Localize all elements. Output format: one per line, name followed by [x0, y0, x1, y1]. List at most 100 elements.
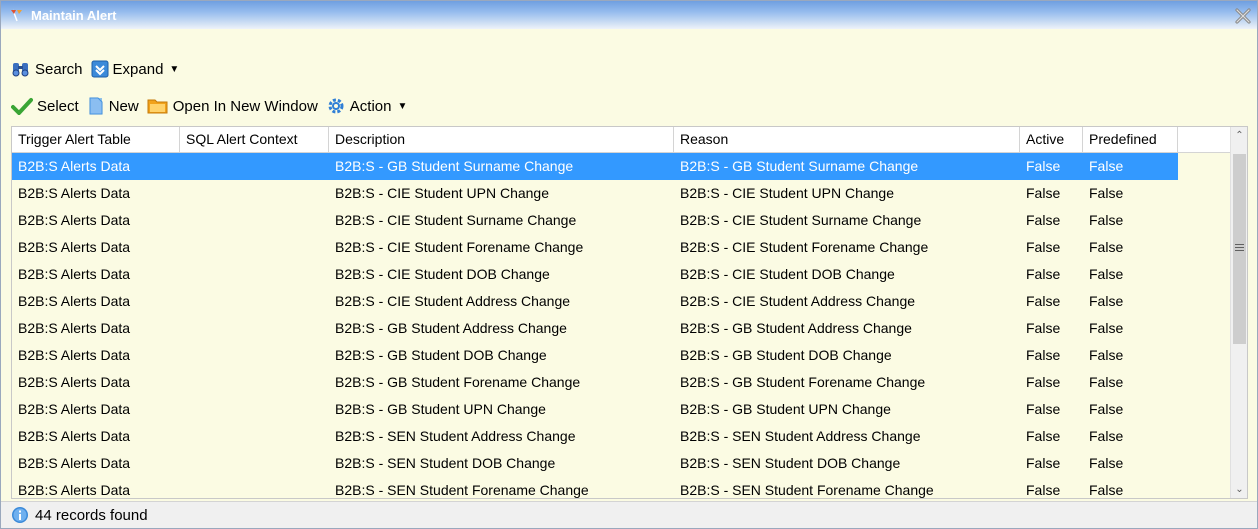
row-filler — [1178, 396, 1232, 423]
cell-description: B2B:S - CIE Student Surname Change — [335, 212, 577, 228]
cell-reason: B2B:S - SEN Student Forename Change — [680, 482, 934, 498]
cell-sql-alert-context — [180, 288, 329, 315]
cell-predefined: False — [1089, 239, 1124, 255]
cell-reason: B2B:S - GB Student Forename Change — [680, 374, 926, 390]
cell-reason: B2B:S - GB Student UPN Change — [680, 401, 891, 417]
action-label: Action — [349, 97, 392, 115]
search-button[interactable]: Search — [11, 61, 83, 78]
table-row[interactable]: B2B:S Alerts Data B2B:S - GB Student Addr… — [12, 315, 1232, 342]
table-row[interactable]: B2B:S Alerts Data B2B:S - CIE Student For… — [12, 234, 1232, 261]
column-header-active[interactable]: Active — [1020, 127, 1083, 153]
cell-trigger-alert-table: B2B:S Alerts Data — [18, 239, 131, 255]
row-filler — [1178, 369, 1232, 396]
column-header-predefined[interactable]: Predefined — [1083, 127, 1178, 153]
row-filler — [1178, 261, 1232, 288]
cell-active: False — [1026, 482, 1061, 498]
cell-predefined: False — [1089, 455, 1124, 471]
cell-predefined: False — [1089, 266, 1124, 282]
flag-icon — [11, 9, 22, 22]
cell-active: False — [1026, 293, 1061, 309]
table-row[interactable]: B2B:S Alerts Data B2B:S - GB Student DOB … — [12, 342, 1232, 369]
cell-predefined: False — [1089, 374, 1124, 390]
grid-rows: B2B:S Alerts Data B2B:S - GB Student Surn… — [12, 153, 1232, 498]
cell-predefined: False — [1089, 482, 1124, 498]
table-row[interactable]: B2B:S Alerts Data B2B:S - GB Student UPN … — [12, 396, 1232, 423]
column-header-description[interactable]: Description — [329, 127, 674, 153]
cell-trigger-alert-table: B2B:S Alerts Data — [18, 401, 131, 417]
cell-sql-alert-context — [180, 423, 329, 450]
maintain-alert-window: Maintain Alert Search Expand ▼ Select Ne… — [0, 0, 1258, 529]
cell-predefined: False — [1089, 158, 1124, 174]
column-header-sql-alert-context[interactable]: SQL Alert Context — [180, 127, 329, 153]
cell-active: False — [1026, 347, 1061, 363]
row-filler — [1178, 234, 1232, 261]
cell-sql-alert-context — [180, 369, 329, 396]
cell-description: B2B:S - CIE Student Forename Change — [335, 239, 584, 255]
cell-sql-alert-context — [180, 315, 329, 342]
title-bar: Maintain Alert — [1, 1, 1257, 29]
cell-reason: B2B:S - GB Student DOB Change — [680, 347, 892, 363]
cell-description: B2B:S - GB Student Forename Change — [335, 374, 581, 390]
table-row[interactable]: B2B:S Alerts Data B2B:S - SEN Student Add… — [12, 423, 1232, 450]
cell-trigger-alert-table: B2B:S Alerts Data — [18, 158, 131, 174]
gear-icon — [328, 98, 344, 114]
cell-reason: B2B:S - SEN Student Address Change — [680, 428, 921, 444]
cell-trigger-alert-table: B2B:S Alerts Data — [18, 455, 131, 471]
column-header-trigger-alert-table[interactable]: Trigger Alert Table — [12, 127, 180, 153]
new-button[interactable]: New — [87, 97, 139, 115]
cell-sql-alert-context — [180, 180, 329, 207]
cell-active: False — [1026, 428, 1061, 444]
table-row[interactable]: B2B:S Alerts Data B2B:S - SEN Student For… — [12, 477, 1232, 498]
cell-reason: B2B:S - GB Student Surname Change — [680, 158, 919, 174]
chevron-down-icon[interactable]: ▼ — [169, 64, 179, 75]
cell-trigger-alert-table: B2B:S Alerts Data — [18, 320, 131, 336]
vertical-scrollbar[interactable]: ⌃ ⌄ — [1230, 127, 1247, 498]
open-new-window-button[interactable]: Open In New Window — [147, 97, 318, 115]
cell-active: False — [1026, 266, 1061, 282]
row-filler — [1178, 153, 1232, 180]
status-bar: 44 records found — [1, 501, 1257, 528]
cell-active: False — [1026, 374, 1061, 390]
cell-active: False — [1026, 401, 1061, 417]
scroll-grip-icon — [1235, 244, 1244, 253]
cell-description: B2B:S - SEN Student Forename Change — [335, 482, 589, 498]
table-row[interactable]: B2B:S Alerts Data B2B:S - CIE Student Add… — [12, 288, 1232, 315]
cell-sql-alert-context — [180, 207, 329, 234]
cell-sql-alert-context — [180, 234, 329, 261]
close-icon[interactable] — [1233, 6, 1253, 26]
cell-description: B2B:S - GB Student DOB Change — [335, 347, 547, 363]
cell-trigger-alert-table: B2B:S Alerts Data — [18, 212, 131, 228]
cell-predefined: False — [1089, 185, 1124, 201]
action-toolbar: Select New Open In New Window Action ▼ — [1, 92, 1257, 120]
table-row[interactable]: B2B:S Alerts Data B2B:S - GB Student Fore… — [12, 369, 1232, 396]
row-filler — [1178, 450, 1232, 477]
table-row[interactable]: B2B:S Alerts Data B2B:S - SEN Student DOB… — [12, 450, 1232, 477]
scroll-down-icon[interactable]: ⌄ — [1231, 481, 1247, 498]
column-header-reason[interactable]: Reason — [674, 127, 1020, 153]
cell-active: False — [1026, 158, 1061, 174]
row-filler — [1178, 288, 1232, 315]
alerts-grid: Trigger Alert Table SQL Alert Context De… — [11, 126, 1248, 499]
select-label: Select — [37, 97, 79, 115]
cell-active: False — [1026, 185, 1061, 201]
chevron-down-icon[interactable]: ▼ — [398, 101, 408, 112]
table-row[interactable]: B2B:S Alerts Data B2B:S - CIE Student Sur… — [12, 207, 1232, 234]
scroll-up-icon[interactable]: ⌃ — [1231, 127, 1247, 144]
row-filler — [1178, 180, 1232, 207]
action-button[interactable]: Action ▼ — [326, 96, 408, 116]
table-row[interactable]: B2B:S Alerts Data B2B:S - CIE Student UPN… — [12, 180, 1232, 207]
cell-description: B2B:S - CIE Student UPN Change — [335, 185, 549, 201]
table-row[interactable]: B2B:S Alerts Data B2B:S - GB Student Surn… — [12, 153, 1232, 180]
cell-trigger-alert-table: B2B:S Alerts Data — [18, 347, 131, 363]
select-button[interactable]: Select — [11, 97, 79, 115]
row-filler — [1178, 315, 1232, 342]
expand-button[interactable]: Expand ▼ — [91, 60, 179, 78]
cell-trigger-alert-table: B2B:S Alerts Data — [18, 293, 131, 309]
cell-trigger-alert-table: B2B:S Alerts Data — [18, 482, 131, 498]
table-row[interactable]: B2B:S Alerts Data B2B:S - CIE Student DOB… — [12, 261, 1232, 288]
cell-description: B2B:S - SEN Student Address Change — [335, 428, 576, 444]
row-filler — [1178, 342, 1232, 369]
cell-predefined: False — [1089, 293, 1124, 309]
cell-predefined: False — [1089, 320, 1124, 336]
row-filler — [1178, 423, 1232, 450]
